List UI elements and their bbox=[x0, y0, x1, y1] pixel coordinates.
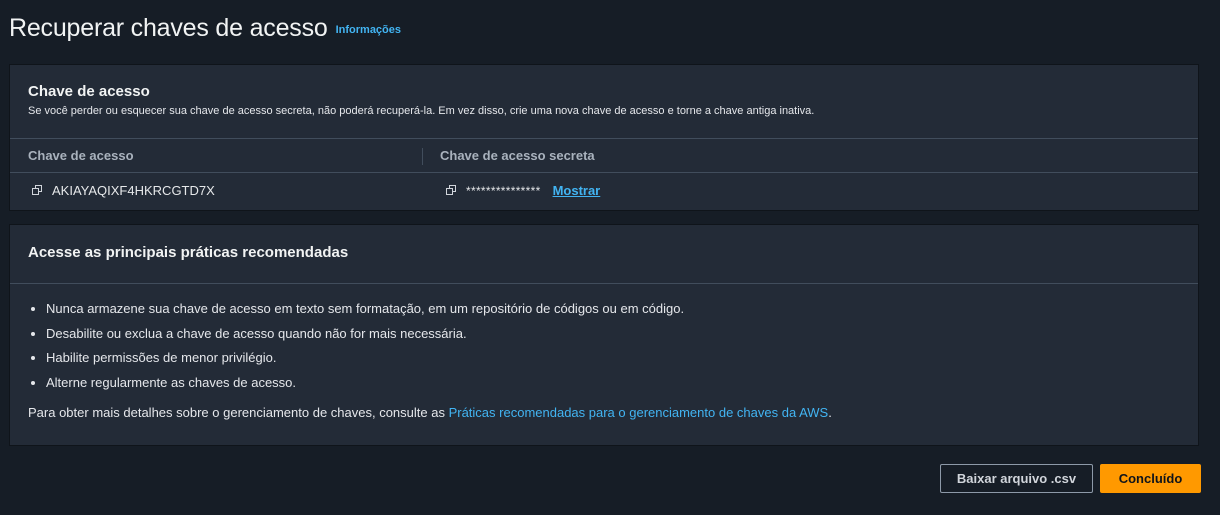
download-csv-button[interactable]: Baixar arquivo .csv bbox=[940, 464, 1093, 493]
access-key-panel: Chave de acesso Se você perder ou esquec… bbox=[9, 64, 1199, 211]
list-item: Habilite permissões de menor privilégio. bbox=[46, 350, 684, 375]
column-header-secret-key: Chave de acesso secreta bbox=[440, 148, 595, 163]
access-key-panel-header: Chave de acesso Se você perder ou esquec… bbox=[10, 65, 1198, 117]
access-key-panel-description: Se você perder ou esquecer sua chave de … bbox=[28, 105, 815, 117]
footer-text: Para obter mais detalhes sobre o gerenci… bbox=[28, 405, 449, 420]
footer-end: . bbox=[828, 405, 832, 420]
access-key-value: AKIAYAQIXF4HKRCGTD7X bbox=[52, 183, 215, 198]
column-header-access-key: Chave de acesso bbox=[28, 148, 134, 163]
column-divider[interactable] bbox=[422, 148, 423, 165]
secret-key-cell: *************** Mostrar bbox=[446, 183, 600, 198]
table-row: AKIAYAQIXF4HKRCGTD7X *************** Mos… bbox=[10, 173, 1198, 209]
best-practices-footer: Para obter mais detalhes sobre o gerenci… bbox=[28, 405, 832, 420]
page-header: Recuperar chaves de acesso Informações bbox=[9, 14, 401, 43]
access-key-panel-title: Chave de acesso bbox=[28, 83, 150, 100]
best-practices-panel: Acesse as principais práticas recomendad… bbox=[9, 224, 1199, 446]
access-key-cell: AKIAYAQIXF4HKRCGTD7X bbox=[32, 183, 215, 198]
table-header: Chave de acesso Chave de acesso secreta bbox=[10, 138, 1198, 173]
secret-key-masked: *************** bbox=[466, 183, 541, 198]
aws-best-practices-link[interactable]: Práticas recomendadas para o gerenciamen… bbox=[449, 405, 829, 420]
list-item: Desabilite ou exclua a chave de acesso q… bbox=[46, 326, 684, 351]
copy-icon[interactable] bbox=[446, 184, 458, 197]
list-item: Nunca armazene sua chave de acesso em te… bbox=[46, 301, 684, 326]
best-practices-header: Acesse as principais práticas recomendad… bbox=[10, 225, 1198, 284]
page-title: Recuperar chaves de acesso bbox=[9, 14, 328, 42]
copy-icon[interactable] bbox=[32, 184, 44, 197]
best-practices-title: Acesse as principais práticas recomendad… bbox=[28, 244, 349, 261]
show-secret-link[interactable]: Mostrar bbox=[553, 183, 601, 198]
best-practices-list: Nunca armazene sua chave de acesso em te… bbox=[10, 301, 684, 399]
list-item: Alterne regularmente as chaves de acesso… bbox=[46, 375, 684, 400]
access-key-table: Chave de acesso Chave de acesso secreta … bbox=[10, 138, 1198, 209]
info-link[interactable]: Informações bbox=[336, 24, 401, 36]
done-button[interactable]: Concluído bbox=[1100, 464, 1201, 493]
